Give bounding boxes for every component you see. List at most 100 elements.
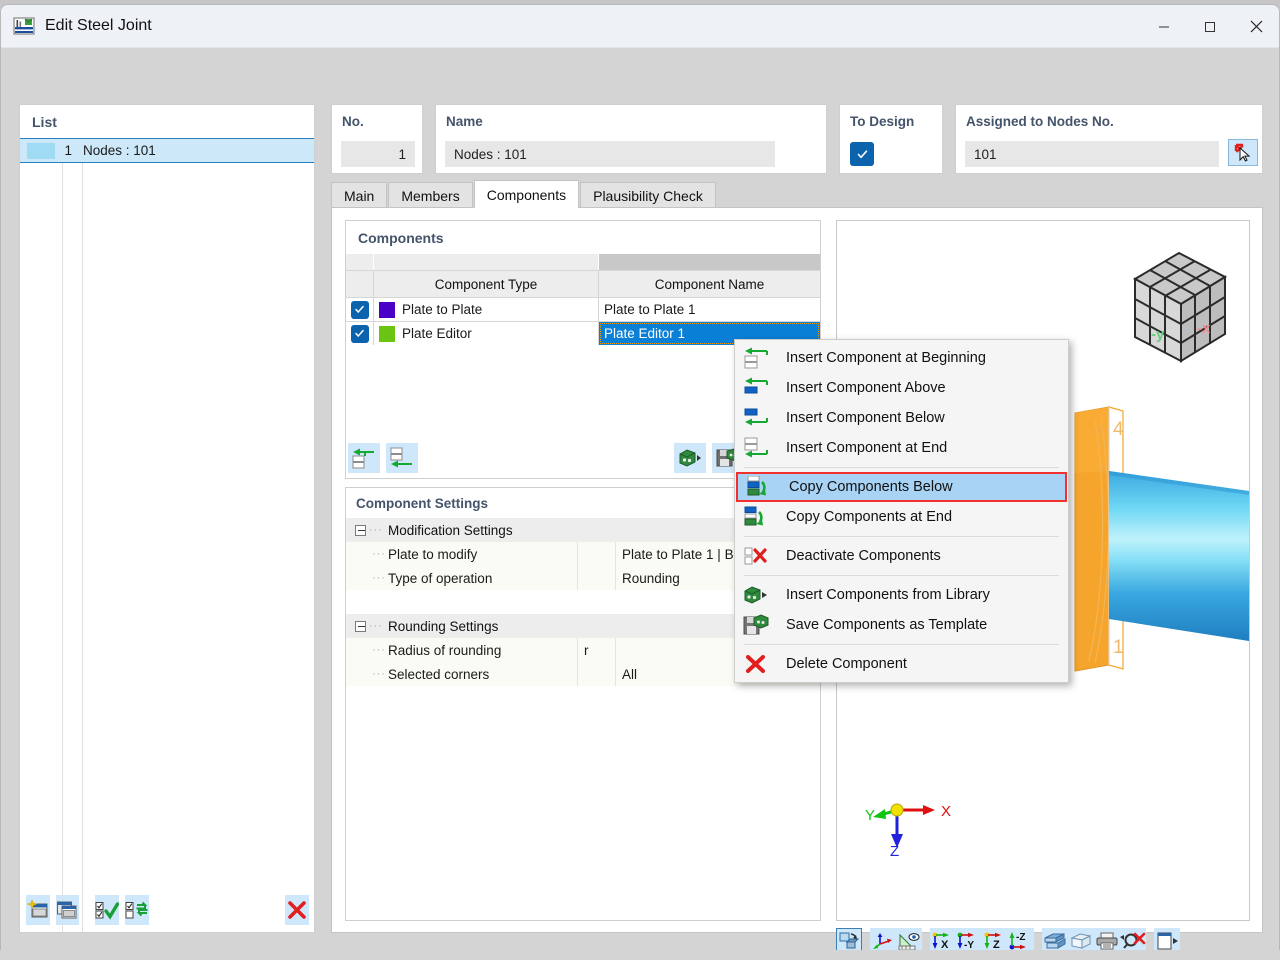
menu-item-label: Save Components as Template <box>786 617 988 633</box>
column-header-component-name[interactable]: Component Name <box>599 271 820 297</box>
list-column-divider-1 <box>62 138 63 932</box>
menu-item-label: Insert Component at End <box>786 440 948 456</box>
menu-item-copy-components-below[interactable]: Copy Components Below <box>736 472 1067 502</box>
application-root: Edit Steel Joint List 1 Nodes: 101 No. … <box>0 0 1280 960</box>
assigned-nodes-group: Assigned to Nodes No. 101 <box>955 104 1263 174</box>
menu-item-insert-component-at-beginning[interactable]: Insert Component at Beginning <box>735 343 1068 373</box>
row-component-type[interactable]: Plate to Plate <box>374 298 599 321</box>
window-client-area: List 1 Nodes : 101 No. 1 Name Nodes: 10… <box>1 48 1279 955</box>
tab-members[interactable]: Members <box>388 182 473 208</box>
row-checkbox[interactable] <box>346 322 374 345</box>
menu-item-label: Delete Component <box>786 656 907 672</box>
edit-steel-joint-window: Edit Steel Joint List 1 Nodes: 101 No. … <box>0 4 1280 956</box>
menu-item-deactivate-components[interactable]: Deactivate Components <box>735 541 1068 571</box>
title-bar: Edit Steel Joint <box>1 5 1279 48</box>
list-item-color-swatch <box>27 142 55 159</box>
menu-item-label: Insert Component Below <box>786 410 945 426</box>
table-row[interactable]: Plate to Plate Plate to Plate 1 <box>346 297 820 321</box>
band-cell-check <box>346 254 374 270</box>
save-template-icon <box>735 614 777 636</box>
close-button[interactable] <box>1233 5 1279 48</box>
list-caption: List <box>32 114 57 130</box>
insert-component-below-button[interactable] <box>386 443 418 473</box>
component-type-label: Plate Editor <box>402 326 472 341</box>
svg-text:-Y: -Y <box>964 940 974 950</box>
menu-item-copy-components-at-end[interactable]: Copy Components at End <box>735 502 1068 532</box>
group-expander-cell[interactable]: ··· <box>346 620 388 632</box>
axis-indicator: X Y Z <box>865 803 951 856</box>
menu-item-delete-component[interactable]: Delete Component <box>735 649 1068 679</box>
red-x-icon <box>735 653 777 675</box>
list-item[interactable]: 1 Nodes : 101 <box>20 138 314 163</box>
insert-above-icon <box>735 377 777 399</box>
delete-item-button[interactable] <box>285 895 310 925</box>
copy-below-icon <box>738 476 780 498</box>
row-checkbox[interactable] <box>346 298 374 321</box>
column-header-component-type[interactable]: Component Type <box>374 271 599 297</box>
maximize-button[interactable] <box>1187 5 1233 48</box>
row-component-name[interactable]: Plate to Plate 1 <box>599 298 820 321</box>
tab-main[interactable]: Main <box>331 182 388 208</box>
insert-below-icon <box>735 407 777 429</box>
component-color-swatch <box>379 325 395 342</box>
name-field-group: Name Nodes : 101 <box>435 104 914 174</box>
setting-name: Type of operation <box>388 566 578 590</box>
tab-components[interactable]: Components <box>473 180 580 208</box>
tab-plausibility-label: Plausibility Check <box>593 187 703 204</box>
no-value[interactable]: 1 <box>341 141 415 167</box>
component-context-menu[interactable]: Insert Component at Beginning Insert Com… <box>734 339 1069 683</box>
components-grid: Component Type Component Name Plate to P… <box>346 254 820 345</box>
insert-at-end-icon <box>735 437 777 459</box>
components-caption: Components <box>358 230 444 246</box>
tree-dots: ··· <box>372 644 386 656</box>
insert-from-library-button[interactable] <box>674 443 706 473</box>
insert-component-above-button[interactable] <box>348 443 380 473</box>
no-field-group: No. 1 <box>331 104 423 174</box>
collapse-icon[interactable] <box>355 620 366 632</box>
tree-indent: ··· <box>346 668 388 680</box>
library-box-icon <box>735 584 777 606</box>
select-all-button[interactable] <box>95 895 120 925</box>
menu-item-save-components-as-template[interactable]: Save Components as Template <box>735 610 1068 640</box>
list-rows: 1 Nodes : 101 <box>20 138 314 932</box>
copy-at-end-icon <box>735 506 777 528</box>
menu-item-label: Insert Components from Library <box>786 587 990 603</box>
minimize-button[interactable] <box>1141 5 1187 48</box>
name-input[interactable]: Nodes : 101 <box>445 141 775 167</box>
assigned-nodes-label: Assigned to Nodes No. <box>966 114 1114 129</box>
menu-item-label: Deactivate Components <box>786 548 941 564</box>
menu-separator <box>744 467 1059 468</box>
column-header-check[interactable] <box>346 271 374 297</box>
menu-item-insert-component-at-end[interactable]: Insert Component at End <box>735 433 1068 463</box>
group-title: Modification Settings <box>388 522 513 538</box>
new-item-button[interactable] <box>26 895 50 925</box>
setting-name: Plate to modify <box>388 542 578 566</box>
invert-selection-button[interactable] <box>125 895 150 925</box>
setting-name: Selected corners <box>388 662 578 686</box>
pick-node-cursor-icon[interactable] <box>1228 139 1258 166</box>
menu-item-insert-components-from-library[interactable]: Insert Components from Library <box>735 580 1068 610</box>
steel-joint-icon <box>13 15 35 37</box>
group-title: Rounding Settings <box>388 618 499 634</box>
tab-bar: Main Members Components Plausibility Che… <box>331 180 717 208</box>
cube-face-minus-x: -x <box>1197 320 1211 337</box>
row-component-type[interactable]: Plate Editor <box>374 322 599 345</box>
tab-plausibility-check[interactable]: Plausibility Check <box>580 182 716 208</box>
assigned-nodes-input[interactable]: 101 <box>965 141 1219 167</box>
list-column-divider-2 <box>82 138 83 932</box>
window-title: Edit Steel Joint <box>45 17 152 34</box>
deactivate-icon <box>735 545 777 567</box>
to-design-label: To Design <box>850 114 915 129</box>
menu-item-insert-component-above[interactable]: Insert Component Above <box>735 373 1068 403</box>
component-color-swatch <box>379 301 395 318</box>
collapse-icon[interactable] <box>355 524 366 536</box>
copy-item-button[interactable] <box>55 895 80 925</box>
tree-indent: ··· <box>346 572 388 584</box>
to-design-checkbox[interactable] <box>850 142 874 166</box>
setting-name: Radius of rounding <box>388 638 578 662</box>
tree-dots: ··· <box>372 572 386 584</box>
checkbox-checked-icon <box>350 300 369 319</box>
group-expander-cell[interactable]: ··· <box>346 524 388 536</box>
menu-item-insert-component-below[interactable]: Insert Component Below <box>735 403 1068 433</box>
list-toolbar <box>19 888 315 932</box>
